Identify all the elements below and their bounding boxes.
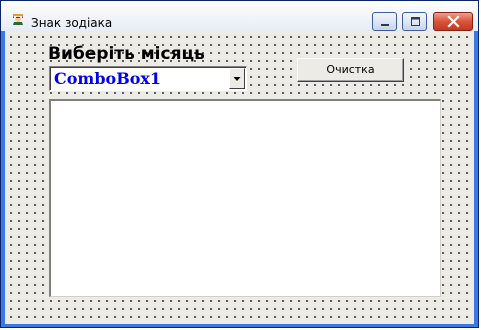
- form-client-area: Виберіть місяць ComboBox1 Очистка: [5, 31, 474, 324]
- result-memo[interactable]: [49, 99, 441, 297]
- minimize-button[interactable]: [372, 12, 397, 31]
- close-icon: [447, 15, 460, 28]
- combobox-dropdown-button[interactable]: [229, 68, 245, 89]
- app-window: Знак зодіака Виберіть місяць ComboBox1 О…: [0, 0, 479, 328]
- month-combobox[interactable]: ComboBox1: [49, 66, 247, 91]
- minimize-icon: [381, 24, 389, 26]
- title-bar[interactable]: Знак зодіака: [1, 1, 478, 31]
- app-icon: [10, 10, 26, 26]
- combobox-value: ComboBox1: [54, 69, 162, 88]
- maximize-button[interactable]: [402, 12, 427, 31]
- month-label: Виберіть місяць: [48, 44, 205, 64]
- chevron-down-icon: [233, 77, 241, 81]
- clear-button[interactable]: Очистка: [297, 58, 404, 82]
- close-button[interactable]: [433, 12, 473, 31]
- window-title: Знак зодіака: [31, 16, 113, 30]
- maximize-icon: [411, 17, 420, 26]
